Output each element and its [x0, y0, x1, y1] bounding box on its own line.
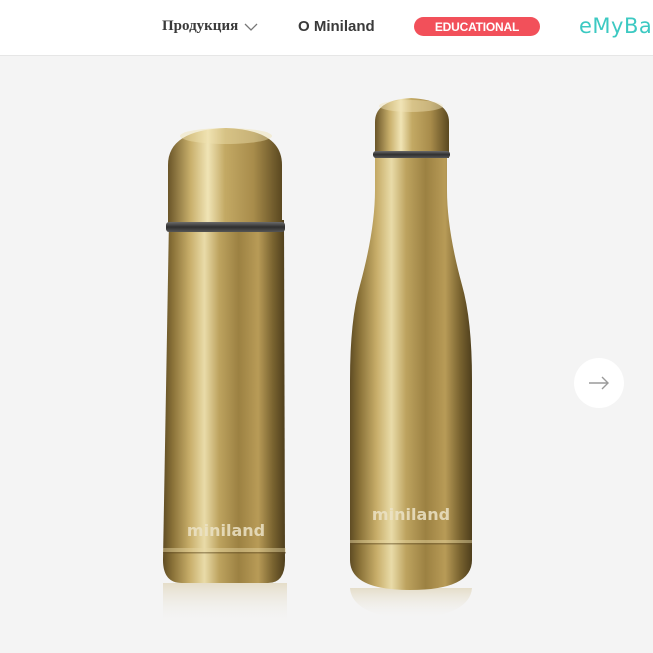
nav-about[interactable]: O Miniland: [298, 18, 375, 35]
thermos-reflection: [163, 583, 287, 625]
arrow-right-icon: [589, 376, 609, 390]
water-bottle: miniland: [350, 98, 472, 590]
nav-products-label: Продукция: [162, 18, 239, 34]
product-image: miniland miniland: [163, 98, 472, 625]
thermos-logo: miniland: [187, 521, 265, 540]
site-header: Продукция O Miniland EDUCATIONAL eMyBab: [0, 0, 653, 56]
hero-slider: miniland miniland: [0, 56, 653, 653]
nav-products[interactable]: Продукция: [162, 18, 258, 35]
nav-brand-logo[interactable]: eMyBab: [579, 14, 653, 38]
nav-educational-button[interactable]: EDUCATIONAL: [414, 17, 540, 36]
bottle-reflection: [350, 588, 472, 620]
thermos: miniland: [163, 128, 286, 583]
bottle-logo: miniland: [372, 505, 450, 524]
slider-next-button[interactable]: [574, 358, 624, 408]
chevron-down-icon: [244, 23, 258, 31]
